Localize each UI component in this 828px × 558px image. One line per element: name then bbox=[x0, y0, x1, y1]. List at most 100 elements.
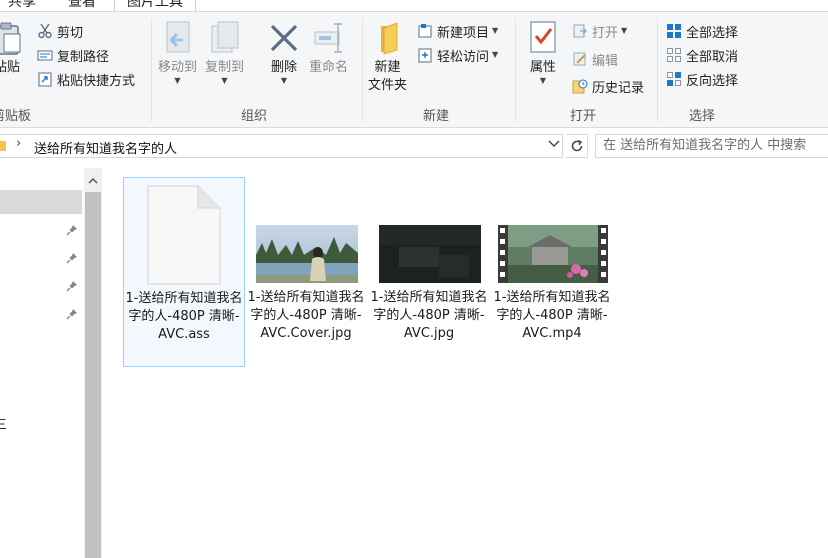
address-history-dropdown-icon[interactable] bbox=[548, 139, 560, 149]
refresh-button[interactable] bbox=[566, 134, 588, 158]
scrollbar-thumb[interactable] bbox=[85, 192, 101, 558]
invert-selection-label: 反向选择 bbox=[686, 73, 739, 89]
refresh-icon bbox=[571, 139, 582, 152]
video-thumbnail bbox=[498, 225, 608, 283]
file-name: 1-送给所有知道我名字的人-480P 清晰-AVC.ass bbox=[125, 291, 243, 342]
scroll-up-button[interactable] bbox=[84, 168, 102, 192]
edit-button[interactable]: 编辑 bbox=[572, 48, 618, 70]
easy-access-dropdown-icon: ▼ bbox=[492, 50, 499, 59]
copy-to-label: 复制到 bbox=[205, 60, 245, 75]
file-name: 1-送给所有知道我名字的人-480P 清晰-AVC.Cover.jpg bbox=[247, 290, 365, 341]
new-item-label: 新建项目 bbox=[437, 25, 490, 41]
copy-path-label: 复制路径 bbox=[57, 49, 110, 65]
select-all-button[interactable]: 全部选择 bbox=[666, 20, 738, 42]
paste-button[interactable]: 粘贴 bbox=[0, 22, 22, 77]
new-item-button[interactable]: 新建项目 ▼ bbox=[417, 20, 498, 42]
copy-to-dropdown-icon: ▼ bbox=[221, 76, 228, 85]
delete-button[interactable]: 删除 ▼ bbox=[267, 20, 301, 85]
easy-access-button[interactable]: 轻松访问 ▼ bbox=[417, 44, 498, 66]
pencil-icon bbox=[573, 52, 586, 66]
search-input[interactable]: 在 送给所有知道我名字的人 中搜索 bbox=[595, 134, 828, 158]
select-none-label: 全部取消 bbox=[686, 49, 739, 65]
file-list: 1-送给所有知道我名字的人-480P 清晰-AVC.ass 1-送给所有知道我名… bbox=[102, 168, 828, 558]
file-item[interactable]: 1-送给所有知道我名字的人-480P 清晰-AVC.mp4 bbox=[492, 177, 614, 367]
edit-label: 编辑 bbox=[592, 53, 619, 69]
new-group-label: 新建 bbox=[423, 109, 450, 124]
open-label: 打开 bbox=[592, 25, 619, 41]
file-name: 1-送给所有知道我名字的人-480P 清晰-AVC.jpg bbox=[370, 290, 488, 341]
new-folder-button[interactable]: 新建 文件夹 bbox=[368, 20, 407, 95]
open-dropdown-icon: ▼ bbox=[621, 26, 628, 35]
clipboard-group: 粘贴 剪切 复制路径 粘贴快捷方式 剪贴 bbox=[0, 12, 151, 128]
file-name: 1-送给所有知道我名字的人-480P 清晰-AVC.mp4 bbox=[493, 290, 611, 341]
breadcrumb-chevron-icon[interactable]: › bbox=[16, 136, 21, 151]
image-thumbnail bbox=[256, 225, 358, 283]
organize-group: 移动到 ▼ 复制到 ▼ 删除 ▼ 重命名 组织 bbox=[152, 12, 362, 128]
address-bar[interactable]: › 送给所有知道我名字的人 bbox=[0, 134, 563, 158]
select-group-label: 选择 bbox=[689, 109, 716, 124]
history-button[interactable]: 历史记录 bbox=[572, 75, 644, 97]
paste-shortcut-button[interactable]: 粘贴快捷方式 bbox=[37, 68, 135, 90]
delete-label: 删除 bbox=[270, 60, 297, 75]
new-item-dropdown-icon: ▼ bbox=[492, 26, 499, 35]
move-to-dropdown-icon: ▼ bbox=[174, 76, 181, 85]
open-icon bbox=[573, 24, 587, 38]
address-row: › 送给所有知道我名字的人 在 送给所有知道我名字的人 中搜索 bbox=[0, 131, 828, 161]
ribbon-tab-strip: 共享 查看 图片工具 bbox=[0, 0, 828, 12]
nav-item-selected[interactable] bbox=[0, 190, 82, 214]
move-to-button[interactable]: 移动到 ▼ bbox=[158, 20, 197, 85]
select-all-label: 全部选择 bbox=[686, 25, 739, 41]
cut-label: 剪切 bbox=[57, 25, 84, 41]
invert-selection-icon bbox=[667, 72, 681, 86]
history-icon bbox=[572, 79, 588, 94]
pin-icon[interactable] bbox=[66, 280, 78, 292]
breadcrumb-current-folder[interactable]: 送给所有知道我名字的人 bbox=[34, 138, 177, 157]
copy-path-button[interactable]: 复制路径 bbox=[37, 44, 109, 66]
properties-button[interactable]: 属性 ▼ bbox=[526, 20, 560, 85]
file-item[interactable]: 1-送给所有知道我名字的人-480P 清晰-AVC.ass bbox=[123, 177, 245, 367]
paste-label: 粘贴 bbox=[0, 60, 20, 75]
properties-dropdown-icon: ▼ bbox=[539, 76, 547, 85]
select-none-button[interactable]: 全部取消 bbox=[666, 44, 738, 66]
invert-selection-button[interactable]: 反向选择 bbox=[666, 68, 738, 90]
copy-to-button[interactable]: 复制到 ▼ bbox=[205, 20, 244, 85]
pin-icon[interactable] bbox=[66, 308, 78, 320]
document-file-icon bbox=[147, 185, 221, 285]
copy-path-icon bbox=[37, 50, 53, 61]
rename-icon bbox=[314, 23, 342, 53]
scissors-icon bbox=[38, 23, 52, 39]
history-label: 历史记录 bbox=[592, 80, 645, 96]
paste-shortcut-label: 粘贴快捷方式 bbox=[57, 73, 136, 89]
easy-access-icon bbox=[418, 48, 432, 63]
properties-checkmark-icon bbox=[530, 21, 556, 53]
nav-item-label[interactable]: 三 bbox=[0, 414, 7, 433]
paste-shortcut-icon bbox=[38, 72, 52, 87]
file-item[interactable]: 1-送给所有知道我名字的人-480P 清晰-AVC.Cover.jpg bbox=[246, 177, 368, 367]
organize-group-label: 组织 bbox=[241, 109, 268, 124]
tab-picture-tools[interactable]: 图片工具 bbox=[114, 0, 196, 11]
new-folder-icon bbox=[380, 22, 397, 55]
select-none-icon bbox=[667, 48, 681, 62]
clipboard-group-label: 剪贴板 bbox=[0, 109, 32, 124]
chevron-up-icon bbox=[88, 177, 98, 184]
pin-icon[interactable] bbox=[66, 252, 78, 264]
clipboard-icon bbox=[0, 22, 21, 55]
navigation-pane: 三 bbox=[0, 168, 84, 558]
delete-x-icon bbox=[270, 24, 298, 52]
move-to-icon bbox=[166, 21, 189, 53]
cut-button[interactable]: 剪切 bbox=[37, 20, 83, 42]
open-button[interactable]: 打开 ▼ bbox=[572, 20, 627, 42]
ribbon: 粘贴 剪切 复制路径 粘贴快捷方式 剪贴 bbox=[0, 12, 828, 128]
pin-icon[interactable] bbox=[66, 224, 78, 236]
select-all-icon bbox=[667, 24, 681, 38]
tab-share[interactable]: 共享 bbox=[8, 0, 36, 11]
nav-scrollbar[interactable] bbox=[84, 168, 102, 558]
select-group: 全部选择 全部取消 反向选择 选择 bbox=[658, 12, 828, 128]
open-group-label: 打开 bbox=[570, 109, 597, 124]
image-thumbnail bbox=[379, 225, 481, 283]
rename-button[interactable]: 重命名 bbox=[309, 20, 348, 77]
new-folder-label: 新建 文件夹 bbox=[368, 60, 408, 93]
file-item[interactable]: 1-送给所有知道我名字的人-480P 清晰-AVC.jpg bbox=[369, 177, 491, 367]
tab-view[interactable]: 查看 bbox=[68, 0, 96, 11]
easy-access-label: 轻松访问 bbox=[437, 49, 490, 65]
